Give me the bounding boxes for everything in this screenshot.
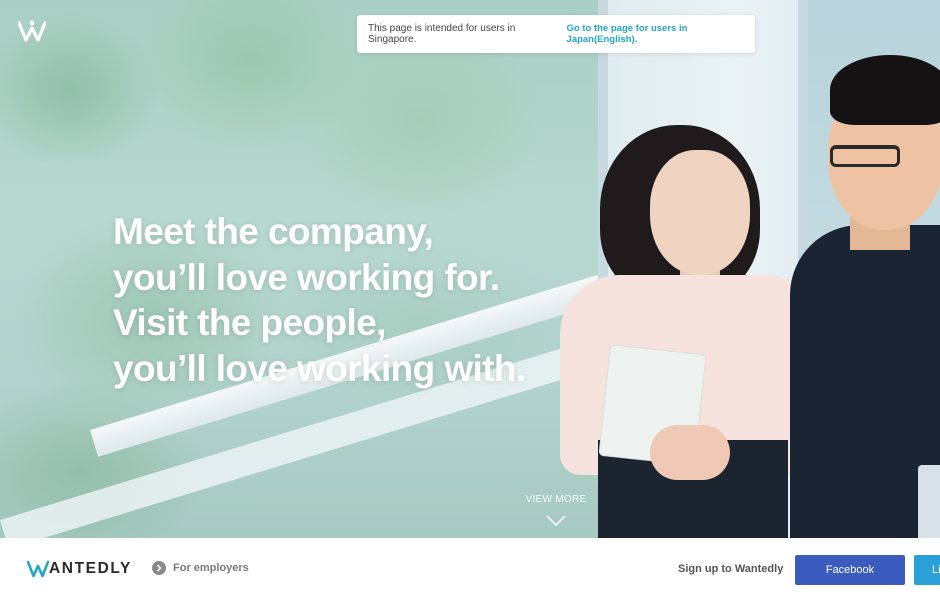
person-man-hair [830, 55, 940, 125]
person-woman-face [650, 150, 750, 275]
headline-line-4: you’ll love working with. [113, 347, 526, 389]
headline-line-2: you’ll love working for. [113, 256, 500, 298]
person-man-glasses [830, 145, 900, 167]
laptop-prop [918, 465, 940, 538]
region-notice: This page is intended for users in Singa… [357, 15, 755, 53]
region-notice-text: This page is intended for users in Singa… [368, 23, 516, 45]
person-woman-hands [650, 425, 730, 480]
facebook-signup-button[interactable]: Facebook [795, 555, 905, 585]
headline-line-1: Meet the company, [113, 211, 434, 252]
japan-page-link[interactable]: Go to the page for users in Japan(Englis… [567, 23, 755, 45]
headline-line-3: Visit the people, [113, 302, 386, 343]
chevron-right-circle-icon [152, 561, 166, 575]
for-employers-label: For employers [173, 562, 249, 574]
for-employers-link[interactable]: For employers [152, 561, 249, 575]
wantedly-brand[interactable]: ANTEDLY [27, 560, 132, 578]
view-more-label[interactable]: VIEW MORE [520, 494, 592, 505]
brand-wordmark: ANTEDLY [49, 560, 132, 577]
wantedly-w-logo-icon [27, 560, 49, 578]
signup-label: Sign up to Wantedly [678, 563, 784, 575]
hero-section: This page is intended for users in Singa… [0, 0, 940, 538]
linkedin-signup-button[interactable]: Li [914, 555, 940, 585]
wantedly-w-logo-icon[interactable] [18, 20, 46, 42]
hero-headline: Meet the company, you’ll love working fo… [113, 209, 583, 391]
chevron-down-icon[interactable] [546, 515, 566, 527]
